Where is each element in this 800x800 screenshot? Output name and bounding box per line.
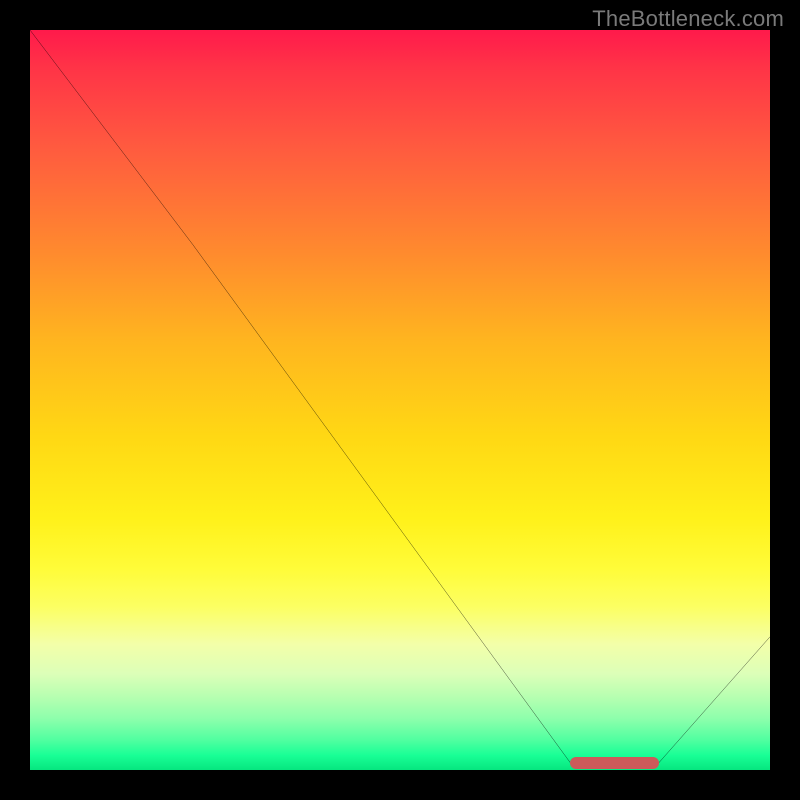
curve-layer bbox=[30, 30, 770, 770]
bottleneck-curve bbox=[30, 30, 770, 763]
optimal-range-bar bbox=[570, 757, 659, 769]
plot-area bbox=[30, 30, 770, 770]
chart-frame: TheBottleneck.com bbox=[0, 0, 800, 800]
watermark-text: TheBottleneck.com bbox=[592, 6, 784, 32]
